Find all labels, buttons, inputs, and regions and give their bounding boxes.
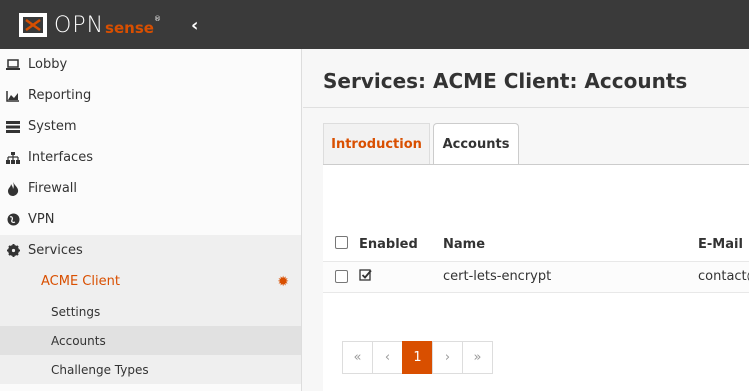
globe-icon (6, 213, 20, 227)
collapse-sidebar-icon[interactable]: ‹ (191, 15, 198, 36)
sidebar-item-accounts[interactable]: Accounts (0, 326, 301, 355)
top-navbar: OPN sense ® ‹ (0, 0, 749, 49)
sidebar-item-label: Settings (51, 304, 101, 319)
cog-icon: ✹ (277, 274, 289, 290)
pagination-first[interactable]: « (342, 341, 373, 374)
sidebar-item-reporting[interactable]: Reporting (0, 80, 301, 111)
opnsense-logo[interactable]: OPN sense ® (18, 12, 161, 38)
column-header-name[interactable]: Name (443, 237, 485, 252)
sidebar-item-label: ACME Client (41, 274, 120, 289)
opnsense-mark-icon (19, 13, 47, 37)
sidebar-item-label: Reporting (28, 88, 92, 103)
row-email: contact@ (698, 269, 749, 284)
sidebar-item-system[interactable]: System (0, 111, 301, 142)
sidebar-item-label: Accounts (51, 333, 106, 348)
tab-accounts[interactable]: Accounts (433, 123, 519, 165)
sidebar-item-acme-client[interactable]: ACME Client ✹ (0, 266, 301, 297)
sidebar-item-label: Interfaces (28, 150, 93, 165)
sitemap-icon (6, 151, 20, 165)
area-chart-icon (6, 89, 20, 103)
logo-sense-text: sense (105, 19, 154, 37)
table-header: Enabled Name E-Mail (323, 229, 749, 260)
row-name: cert-lets-encrypt (443, 269, 552, 284)
sidebar-item-lobby[interactable]: Lobby (0, 49, 301, 80)
pagination-last[interactable]: » (462, 341, 493, 374)
pagination-page-1[interactable]: 1 (402, 341, 433, 374)
main-content: Services: ACME Client: Accounts Introduc… (303, 49, 749, 391)
pagination: « ‹ 1 › » (342, 341, 493, 374)
sidebar-item-challenge-types[interactable]: Challenge Types (0, 355, 301, 384)
logo-text: OPN (54, 12, 105, 38)
sidebar-item-vpn[interactable]: VPN (0, 204, 301, 235)
sidebar-item-label: Services (28, 243, 83, 258)
sidebar: Lobby Reporting System Interfaces Firewa… (0, 49, 302, 391)
check-square-icon (359, 268, 373, 286)
cog-icon (6, 244, 20, 258)
sidebar-item-label: VPN (28, 212, 55, 227)
sidebar-item-label: System (28, 119, 77, 134)
table-row[interactable]: cert-lets-encrypt contact@ (323, 261, 749, 293)
page-title: Services: ACME Client: Accounts (323, 69, 688, 93)
tab-introduction[interactable]: Introduction (323, 123, 430, 165)
laptop-icon (6, 58, 20, 72)
pagination-prev[interactable]: ‹ (372, 341, 403, 374)
row-select-checkbox[interactable] (335, 270, 348, 283)
pagination-next[interactable]: › (432, 341, 463, 374)
sidebar-item-settings[interactable]: Settings (0, 297, 301, 326)
server-icon (6, 120, 20, 134)
accounts-panel: Enabled Name E-Mail cert-lets-encrypt co… (323, 164, 749, 391)
divider (303, 107, 749, 108)
logo-registered-mark: ® (153, 15, 161, 23)
sidebar-item-label: Challenge Types (51, 362, 149, 377)
select-all-checkbox[interactable] (335, 236, 348, 249)
sidebar-item-firewall[interactable]: Firewall (0, 173, 301, 204)
sidebar-item-services[interactable]: Services (0, 235, 301, 266)
column-header-enabled[interactable]: Enabled (359, 237, 418, 252)
column-header-email[interactable]: E-Mail (698, 237, 743, 252)
sidebar-item-interfaces[interactable]: Interfaces (0, 142, 301, 173)
sidebar-item-label: Lobby (28, 57, 68, 72)
fire-icon (6, 181, 20, 196)
sidebar-item-label: Firewall (28, 181, 78, 196)
